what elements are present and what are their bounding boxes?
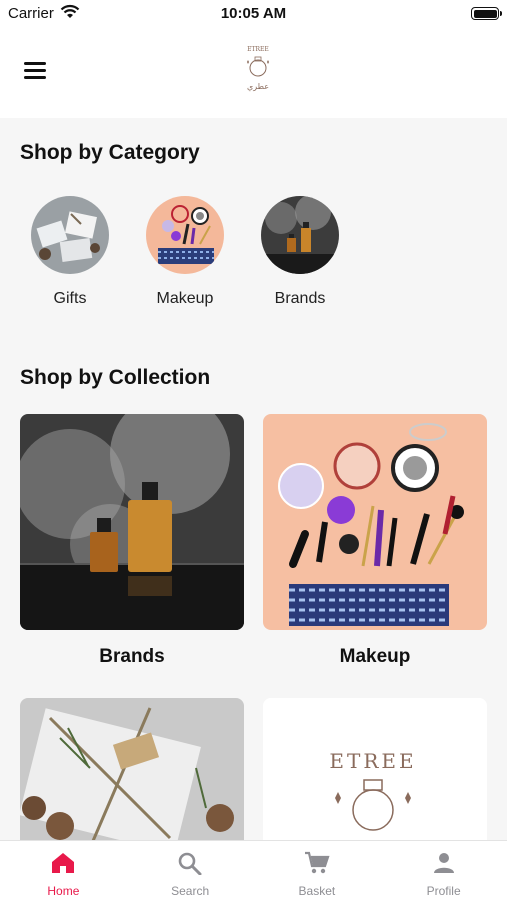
menu-button[interactable] [24,62,46,80]
svg-text:ETREE: ETREE [329,749,416,773]
menu-icon-bar [24,68,46,72]
tab-search[interactable]: Search [127,841,254,900]
collection-card-gifts[interactable] [20,698,244,848]
tab-bar: Home Search Basket Profile [0,840,507,900]
collection-label: Makeup [339,646,411,667]
category-label: Makeup [156,290,214,307]
cart-icon [304,851,330,874]
tab-home[interactable]: Home [0,841,127,900]
search-icon [178,852,202,876]
svg-text:عطري: عطري [247,82,269,91]
tab-basket[interactable]: Basket [254,841,381,900]
collection-card-makeup[interactable] [263,414,487,630]
app-header: ETREE عطري [0,30,507,118]
menu-icon-bar [24,75,46,79]
category-brands[interactable]: Brands [260,196,340,308]
tab-profile[interactable]: Profile [380,841,507,900]
tab-label: Home [47,884,80,898]
person-icon [433,853,454,873]
makeup-image [146,196,224,274]
brands-image [261,196,339,274]
category-label: Brands [274,290,326,307]
gifts-image [31,196,109,274]
collection-card-brands[interactable] [20,414,244,630]
tab-label: Profile [426,884,461,898]
tab-label: Basket [298,884,336,898]
collection-section-title: Shop by Collection [20,366,211,389]
home-icon [52,853,75,873]
category-gifts[interactable]: Gifts [30,196,110,308]
clock: 10:05 AM [220,5,287,22]
menu-icon-bar [24,62,46,65]
tab-label: Search [171,884,210,898]
status-bar: Carrier 10:05 AM [0,0,507,30]
makeup-collection-image [263,414,487,630]
battery-icon [471,7,502,20]
category-makeup[interactable]: Makeup [145,196,225,308]
collection-card-etree[interactable]: ETREE [263,698,487,848]
svg-text:ETREE: ETREE [247,46,269,53]
etree-logo-image: ETREE [263,698,487,848]
collection-label: Brands [99,646,165,667]
category-label: Gifts [53,290,87,307]
gifts-collection-image [20,698,244,848]
brands-collection-image [20,414,244,630]
category-section-title: Shop by Category [20,141,200,164]
brand-logo: ETREE عطري [247,46,269,91]
